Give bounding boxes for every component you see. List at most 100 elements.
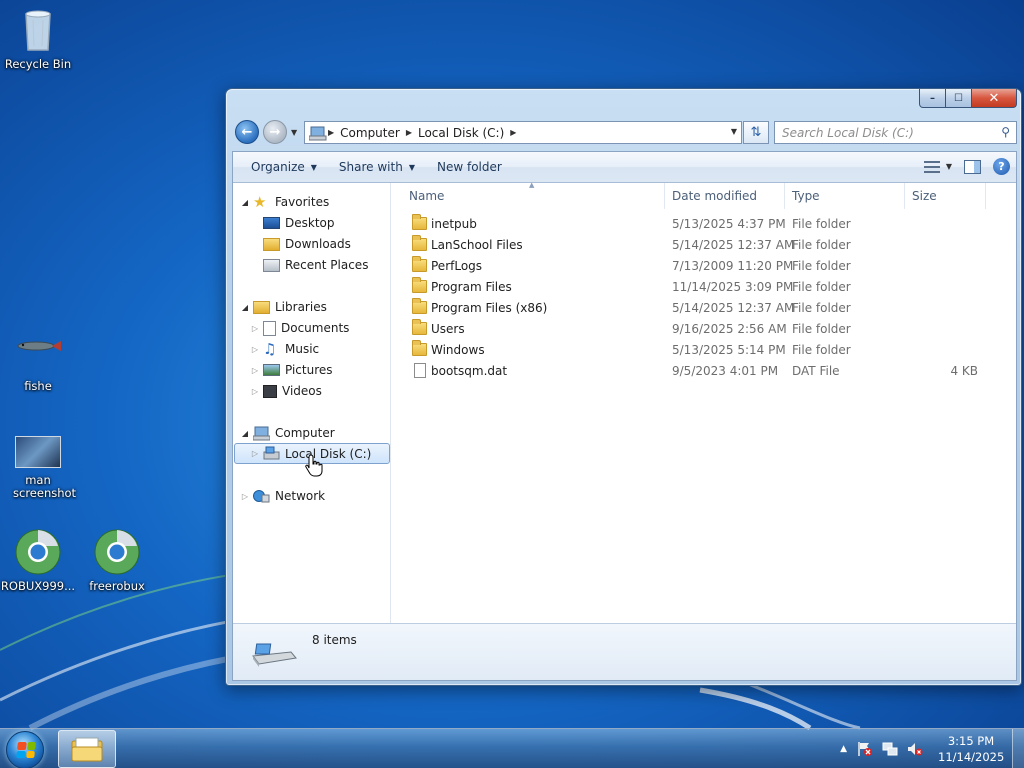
file-icon xyxy=(414,363,426,378)
maximize-button[interactable]: ☐ xyxy=(946,89,972,108)
back-button[interactable]: ← xyxy=(235,120,259,144)
collapse-arrow-icon[interactable]: ◢ xyxy=(240,303,250,312)
file-date: 9/16/2025 2:56 AM xyxy=(672,322,787,336)
chevron-down-icon: ▼ xyxy=(408,162,415,172)
expand-arrow-icon[interactable]: ▷ xyxy=(250,387,260,396)
nav-label: Downloads xyxy=(285,237,351,251)
file-type: File folder xyxy=(792,259,851,273)
nav-documents[interactable]: ▷ Documents xyxy=(250,318,349,338)
file-row[interactable]: Users 9/16/2025 2:56 AM File folder xyxy=(392,319,1016,340)
nav-pictures[interactable]: ▷ Pictures xyxy=(250,360,333,380)
nav-label: Videos xyxy=(282,384,322,398)
file-row[interactable]: Windows 5/13/2025 5:14 PM File folder xyxy=(392,340,1016,361)
explorer-content: Organize ▼ Share with ▼ New folder ▼ ? ◢… xyxy=(232,151,1017,681)
nav-label: Documents xyxy=(281,321,350,335)
nav-computer[interactable]: ◢ Computer xyxy=(240,423,335,443)
desktop-icon-label: fishe xyxy=(24,379,52,393)
volume-muted-icon[interactable] xyxy=(907,741,923,757)
network-tray-icon[interactable] xyxy=(882,741,898,757)
expand-arrow-icon[interactable]: ▷ xyxy=(240,492,250,501)
start-button[interactable] xyxy=(6,731,44,768)
forward-button[interactable]: → xyxy=(263,120,287,144)
desktop-icon-recycle-bin[interactable]: Recycle Bin xyxy=(0,6,76,71)
nav-videos[interactable]: ▷ Videos xyxy=(250,381,322,401)
close-button[interactable]: ✕ xyxy=(972,89,1017,108)
nav-label: Pictures xyxy=(285,363,333,377)
show-desktop-button[interactable] xyxy=(1012,729,1024,768)
arrow-right-icon: → xyxy=(269,124,281,140)
nav-music[interactable]: ▷ ♫ Music xyxy=(250,339,319,359)
nav-network[interactable]: ▷ Network xyxy=(240,486,325,506)
expand-arrow-icon[interactable]: ▷ xyxy=(250,366,260,375)
navigation-pane: ◢ ★ Favorites Desktop Downloads Recent P… xyxy=(233,183,391,625)
file-name: inetpub xyxy=(431,217,477,231)
column-header-type[interactable]: Type xyxy=(785,183,905,209)
preview-pane-icon[interactable] xyxy=(964,159,981,174)
change-view-button[interactable]: ▼ xyxy=(923,160,952,173)
downloads-folder-icon xyxy=(263,237,280,251)
action-center-flag-icon[interactable] xyxy=(857,741,873,757)
file-type: File folder xyxy=(792,301,851,315)
star-icon: ★ xyxy=(253,192,267,211)
collapse-arrow-icon[interactable]: ◢ xyxy=(240,429,250,438)
column-header-size[interactable]: Size xyxy=(905,183,986,209)
file-type: File folder xyxy=(792,217,851,231)
search-input[interactable]: Search Local Disk (C:) ⚲ xyxy=(774,121,1017,144)
desktop-icon-man-screenshot[interactable]: man screenshot xyxy=(0,436,76,500)
nav-recent-places[interactable]: Recent Places xyxy=(260,255,368,275)
organize-button[interactable]: Organize ▼ xyxy=(242,160,326,174)
file-row[interactable]: bootsqm.dat 9/5/2023 4:01 PM DAT File 4 … xyxy=(392,361,1016,382)
file-row[interactable]: Program Files (x86) 5/14/2025 12:37 AM F… xyxy=(392,298,1016,319)
share-with-button[interactable]: Share with ▼ xyxy=(330,160,424,174)
share-with-label: Share with xyxy=(338,160,403,174)
help-icon[interactable]: ? xyxy=(993,158,1010,175)
breadcrumb-local-disk[interactable]: Local Disk (C:) xyxy=(413,126,509,140)
nav-downloads[interactable]: Downloads xyxy=(260,234,351,254)
file-date: 11/14/2025 3:09 PM xyxy=(672,280,794,294)
expand-arrow-icon[interactable]: ▷ xyxy=(250,345,260,354)
folder-icon xyxy=(412,277,427,293)
file-name: Windows xyxy=(431,343,485,357)
address-dropdown-icon[interactable]: ▼ xyxy=(731,127,737,136)
file-name: Users xyxy=(431,322,465,336)
file-row[interactable]: PerfLogs 7/13/2009 11:20 PM File folder xyxy=(392,256,1016,277)
nav-desktop[interactable]: Desktop xyxy=(260,213,335,233)
file-type: File folder xyxy=(792,280,851,294)
file-date: 5/14/2025 12:37 AM xyxy=(672,238,795,252)
file-row[interactable]: LanSchool Files 5/14/2025 12:37 AM File … xyxy=(392,235,1016,256)
refresh-button[interactable]: ⇅ xyxy=(743,121,769,144)
nav-label: Desktop xyxy=(285,216,335,230)
expand-arrow-icon[interactable]: ▷ xyxy=(250,449,260,458)
pictures-icon xyxy=(263,364,280,376)
nav-favorites[interactable]: ◢ ★ Favorites xyxy=(240,192,329,212)
clock[interactable]: 3:15 PM 11/14/2025 xyxy=(938,733,1004,765)
file-size: 4 KB xyxy=(950,364,978,378)
breadcrumb-computer[interactable]: Computer xyxy=(335,126,405,140)
recent-pages-dropdown[interactable]: ▼ xyxy=(291,128,297,137)
file-row[interactable]: inetpub 5/13/2025 4:37 PM File folder xyxy=(392,214,1016,235)
minimize-button[interactable]: – xyxy=(919,89,946,108)
show-hidden-icons-button[interactable]: ▲ xyxy=(840,744,847,754)
column-label: Date modified xyxy=(672,189,758,203)
folder-icon xyxy=(412,235,427,251)
breadcrumb-separator-icon[interactable]: ▶ xyxy=(509,128,517,137)
details-view-icon xyxy=(923,160,940,173)
desktop-icon-robux999[interactable]: ROBUX999... xyxy=(0,528,76,593)
search-icon[interactable]: ⚲ xyxy=(1001,125,1010,139)
column-header-date-modified[interactable]: Date modified xyxy=(665,183,785,209)
file-row[interactable]: Program Files 11/14/2025 3:09 PM File fo… xyxy=(392,277,1016,298)
details-pane: 8 items xyxy=(233,623,1016,680)
address-bar[interactable]: ▶ Computer ▶ Local Disk (C:) ▶ ▼ xyxy=(304,121,742,144)
expand-arrow-icon[interactable]: ▷ xyxy=(250,324,260,333)
desktop-icon-fishe[interactable]: fishe xyxy=(0,328,76,393)
breadcrumb-separator-icon[interactable]: ▶ xyxy=(405,128,413,137)
desktop-icon-freerobux[interactable]: freerobux xyxy=(79,528,155,593)
column-header-name[interactable]: Name ▲ xyxy=(392,181,665,209)
new-folder-button[interactable]: New folder xyxy=(428,160,511,174)
nav-libraries[interactable]: ◢ Libraries xyxy=(240,297,327,317)
collapse-arrow-icon[interactable]: ◢ xyxy=(240,198,250,207)
folder-icon xyxy=(412,340,427,356)
command-bar: Organize ▼ Share with ▼ New folder ▼ ? xyxy=(233,152,1016,183)
taskbar-explorer-button[interactable] xyxy=(58,730,116,768)
desktop-icon-label: man screenshot xyxy=(13,473,77,500)
